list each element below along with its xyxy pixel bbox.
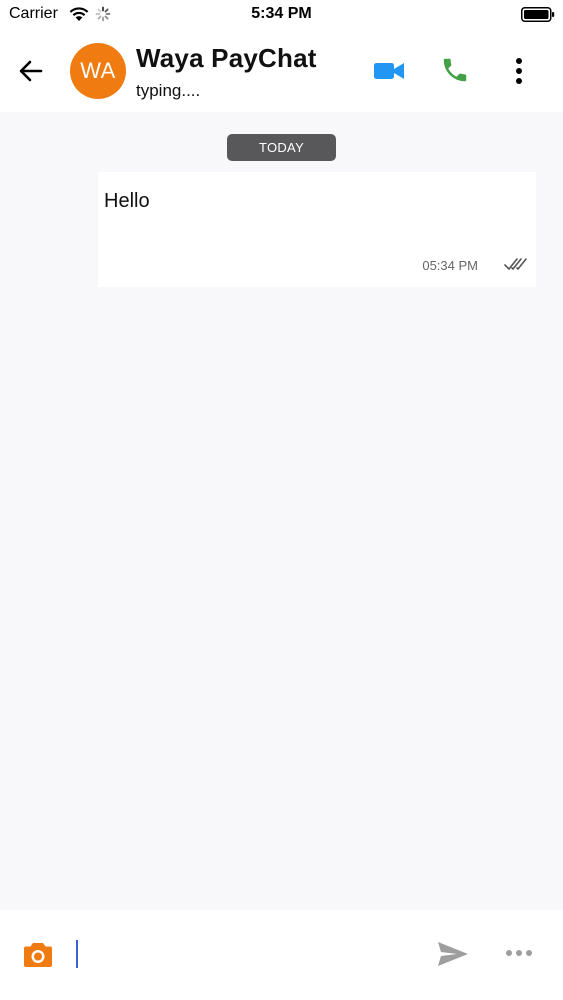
more-vertical-icon	[516, 58, 522, 84]
chat-header: WA Waya PayChat typing....	[0, 30, 563, 112]
typing-status: typing....	[136, 81, 201, 100]
arrow-left-icon	[19, 60, 43, 82]
more-horizontal-icon	[506, 950, 532, 956]
send-button[interactable]	[436, 938, 470, 970]
more-options-button[interactable]	[503, 942, 535, 964]
message-timestamp: 05:34 PM	[422, 258, 478, 273]
message-bubble[interactable]: Hello 05:34 PM	[98, 172, 536, 287]
voice-call-button[interactable]	[437, 52, 473, 88]
battery-icon	[521, 7, 555, 22]
status-bar: Carrier 5:34 PM	[0, 0, 563, 30]
text-cursor	[76, 940, 78, 968]
double-check-icon	[504, 258, 527, 270]
back-button[interactable]	[14, 54, 48, 88]
video-call-button[interactable]	[372, 54, 406, 88]
video-camera-icon	[374, 63, 404, 79]
camera-button[interactable]	[22, 938, 54, 970]
chat-screen: Carrier 5:34 PM WA Waya PayChat typing..…	[0, 0, 563, 1000]
avatar[interactable]: WA	[70, 43, 126, 99]
date-separator: TODAY	[227, 134, 336, 161]
camera-icon	[24, 943, 52, 967]
status-time: 5:34 PM	[251, 5, 312, 22]
message-list[interactable]: TODAY Hello 05:34 PM	[0, 112, 563, 910]
overflow-menu-button[interactable]	[505, 52, 533, 90]
send-icon	[438, 942, 468, 966]
message-input[interactable]	[72, 936, 422, 972]
composer-bar	[0, 910, 563, 1000]
message-text: Hello	[104, 190, 150, 212]
phone-icon	[443, 58, 467, 82]
contact-name[interactable]: Waya PayChat	[136, 43, 317, 74]
